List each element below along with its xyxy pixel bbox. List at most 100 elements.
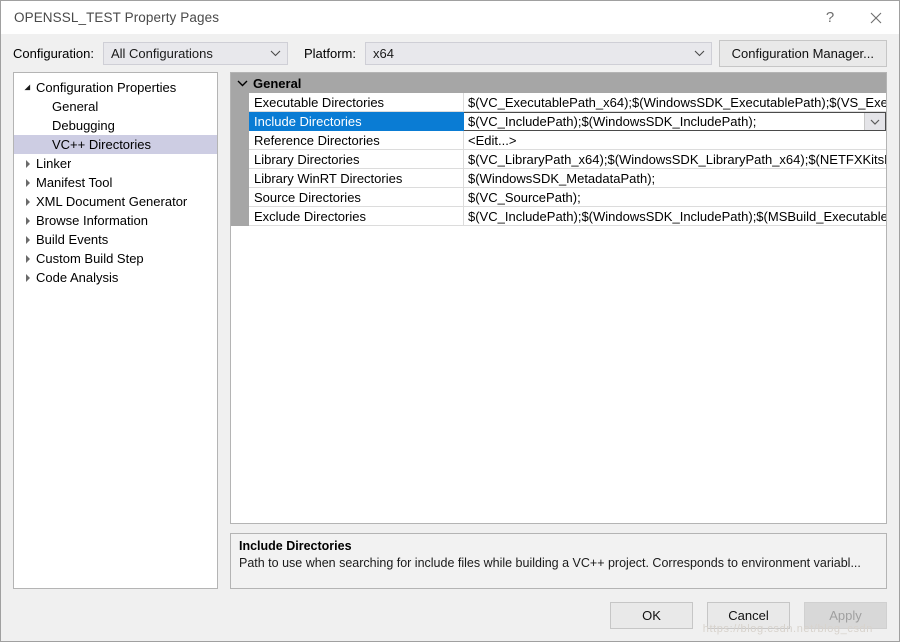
property-name[interactable]: Reference Directories <box>249 131 464 150</box>
triangle-glyph <box>26 254 30 263</box>
tree-item-label: Custom Build Step <box>36 251 144 266</box>
property-row-gutter <box>231 150 249 169</box>
tree-item-label: Code Analysis <box>36 270 119 285</box>
dialog-footer: https://blog.csdn.net/blog_csdn OK Cance… <box>1 589 899 641</box>
configuration-label: Configuration: <box>13 45 94 61</box>
property-value[interactable]: $(WindowsSDK_MetadataPath); <box>464 169 886 188</box>
property-value-dropdown-icon[interactable] <box>864 113 885 130</box>
property-value[interactable]: <Edit...> <box>464 131 886 150</box>
property-grid-empty-area <box>231 226 886 523</box>
window-title: OPENSSL_TEST Property Pages <box>14 10 220 25</box>
configuration-properties-tree[interactable]: Configuration Properties General Debugging… <box>13 72 218 589</box>
triangle-glyph <box>24 83 33 93</box>
property-row-gutter <box>231 207 249 226</box>
tree-item-configuration-properties[interactable]: Configuration Properties <box>14 78 217 97</box>
tree-item-xml-document-generator[interactable]: XML Document Generator <box>14 192 217 211</box>
property-row[interactable]: Library Directories $(VC_LibraryPath_x64)… <box>231 150 886 169</box>
tree-item-build-events[interactable]: Build Events <box>14 230 217 249</box>
triangle-right-icon[interactable] <box>20 216 36 225</box>
triangle-glyph <box>26 235 30 244</box>
tree-item-code-analysis[interactable]: Code Analysis <box>14 268 217 287</box>
triangle-right-icon[interactable] <box>20 254 36 263</box>
property-category-header[interactable]: General <box>231 73 886 93</box>
triangle-right-icon[interactable] <box>20 197 36 206</box>
property-row[interactable]: Source Directories $(VC_SourcePath); <box>231 188 886 207</box>
configuration-select[interactable]: All Configurations <box>102 41 288 65</box>
triangle-glyph <box>26 216 30 225</box>
triangle-right-icon[interactable] <box>20 178 36 187</box>
configuration-bar: Configuration: All Configurations Platfo… <box>1 34 899 72</box>
configuration-manager-button[interactable]: Configuration Manager... <box>718 39 887 67</box>
help-icon[interactable]: ? <box>807 1 853 34</box>
cancel-button[interactable]: Cancel <box>707 601 790 629</box>
triangle-glyph <box>26 178 30 187</box>
tree-item-label: VC++ Directories <box>52 137 151 152</box>
property-value[interactable]: $(VC_LibraryPath_x64);$(WindowsSDK_Libra… <box>464 150 886 169</box>
tree-item-label: Debugging <box>52 118 115 133</box>
property-name[interactable]: Library WinRT Directories <box>249 169 464 188</box>
triangle-right-icon[interactable] <box>20 273 36 282</box>
title-bar: OPENSSL_TEST Property Pages ? <box>1 1 899 34</box>
property-row-gutter <box>231 169 249 188</box>
tree-item-label: General <box>52 99 99 114</box>
ok-button[interactable]: OK <box>610 601 693 629</box>
tree-item-general[interactable]: General <box>14 97 217 116</box>
property-row[interactable]: Executable Directories $(VC_ExecutablePat… <box>231 93 886 112</box>
property-value[interactable]: $(VC_IncludePath);$(WindowsSDK_IncludePa… <box>464 207 886 226</box>
dialog-body: Configuration Properties General Debugging… <box>1 72 899 589</box>
platform-label: Platform: <box>303 45 356 61</box>
tree-item-manifest-tool[interactable]: Manifest Tool <box>14 173 217 192</box>
title-bar-buttons: ? <box>807 1 899 34</box>
triangle-right-icon[interactable] <box>20 159 36 168</box>
property-value[interactable]: $(VC_IncludePath);$(WindowsSDK_IncludePa… <box>464 112 886 131</box>
property-value[interactable]: $(VC_ExecutablePath_x64);$(WindowsSDK_Ex… <box>464 93 886 112</box>
tree-item-label: XML Document Generator <box>36 194 188 209</box>
property-row[interactable]: Exclude Directories $(VC_IncludePath);$(W… <box>231 207 886 226</box>
triangle-glyph <box>26 197 30 206</box>
property-name[interactable]: Exclude Directories <box>249 207 464 226</box>
apply-button[interactable]: Apply <box>804 601 887 629</box>
property-value-text: $(VC_IncludePath);$(WindowsSDK_IncludePa… <box>468 114 757 129</box>
property-row[interactable]: Library WinRT Directories $(WindowsSDK_Me… <box>231 169 886 188</box>
tree-item-browse-information[interactable]: Browse Information <box>14 211 217 230</box>
property-row-gutter <box>231 112 249 131</box>
tree-item-label: Browse Information <box>36 213 148 228</box>
tree-item-vc-directories[interactable]: VC++ Directories <box>14 135 217 154</box>
property-description-title: Include Directories <box>239 539 352 553</box>
right-pane: General Executable Directories $(VC_Execu… <box>230 72 887 589</box>
triangle-right-icon[interactable] <box>20 235 36 244</box>
property-description-panel: Include Directories Path to use when sea… <box>230 533 887 589</box>
triangle-glyph <box>26 273 30 282</box>
property-name[interactable]: Library Directories <box>249 150 464 169</box>
property-value[interactable]: $(VC_SourcePath); <box>464 188 886 207</box>
triangle-down-icon[interactable] <box>20 83 36 93</box>
tree-item-debugging[interactable]: Debugging <box>14 116 217 135</box>
property-row-gutter <box>231 131 249 150</box>
property-pages-dialog: OPENSSL_TEST Property Pages ? Configurat… <box>0 0 900 642</box>
property-name[interactable]: Executable Directories <box>249 93 464 112</box>
property-row-gutter <box>231 93 249 112</box>
tree-item-linker[interactable]: Linker <box>14 154 217 173</box>
close-icon[interactable] <box>853 1 899 34</box>
close-glyph <box>870 12 882 23</box>
triangle-glyph <box>26 159 30 168</box>
platform-select[interactable]: x64 <box>364 41 712 65</box>
property-name[interactable]: Include Directories <box>249 112 464 131</box>
tree-item-label: Configuration Properties <box>36 80 177 95</box>
tree-item-label: Build Events <box>36 232 109 247</box>
property-name[interactable]: Source Directories <box>249 188 464 207</box>
tree-item-list: Configuration Properties General Debugging… <box>14 78 217 287</box>
chevron-down-icon <box>231 80 253 87</box>
configuration-select-value: All Configurations <box>110 45 213 61</box>
tree-item-label: Linker <box>36 156 72 171</box>
property-category-label: General <box>253 75 302 91</box>
help-glyph: ? <box>825 9 835 26</box>
property-row[interactable]: Reference Directories <Edit...> <box>231 131 886 150</box>
tree-item-label: Manifest Tool <box>36 175 113 190</box>
tree-item-custom-build-step[interactable]: Custom Build Step <box>14 249 217 268</box>
property-description-text: Path to use when searching for include f… <box>239 556 861 570</box>
property-row[interactable]: Include Directories $(VC_IncludePath);$(W… <box>231 112 886 131</box>
chevron-down-icon <box>689 50 711 57</box>
property-row-gutter <box>231 188 249 207</box>
